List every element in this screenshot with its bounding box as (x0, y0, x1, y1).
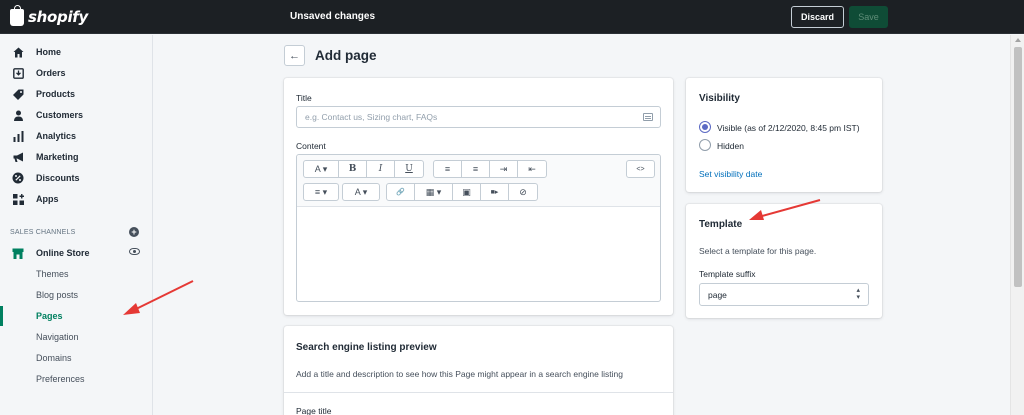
person-icon (12, 109, 24, 121)
sidebar-item-label: Apps (36, 194, 59, 204)
insert-image-button[interactable]: ▣ (452, 183, 481, 201)
arrow-left-icon: ← (289, 49, 300, 62)
sales-channels-heading: SALES CHANNELS (10, 229, 76, 236)
sidebar-item-orders[interactable]: Orders (0, 63, 153, 83)
seo-card-title: Search engine listing preview (296, 342, 437, 353)
back-arrow-button[interactable]: ← (284, 45, 305, 66)
editor-toolbar: A ▾ B I U ≡ ≡ ⇥ ⇤ <> ≡ ▾ A ▾ 🔗 ▦ ▾ ▣ ■▸ … (297, 155, 660, 207)
sidebar-item-discounts[interactable]: Discounts (0, 168, 153, 188)
template-title: Template (699, 219, 743, 230)
sidebar-subitem-label: Themes (36, 269, 69, 279)
bold-button[interactable]: B (338, 160, 367, 178)
text-field-icon (643, 113, 653, 121)
sidebar-item-label: Home (36, 47, 62, 57)
discount-icon (12, 172, 24, 184)
sidebar-item-label: Discounts (36, 173, 80, 183)
sidebar-subitem-label: Blog posts (36, 290, 79, 300)
sidebar-subitem-label: Navigation (36, 332, 79, 342)
shopify-logo[interactable]: shopify (10, 4, 88, 27)
store-icon (12, 247, 24, 259)
clear-formatting-button[interactable]: ⊘ (508, 183, 538, 201)
unsaved-changes-label: Unsaved changes (290, 11, 376, 22)
page-title: Add page (315, 48, 377, 63)
apps-icon (12, 193, 24, 205)
sidebar-item-home[interactable]: Home (0, 42, 153, 62)
add-channel-icon[interactable]: + (129, 227, 139, 237)
sidebar-item-label: Customers (36, 110, 84, 120)
template-suffix-label: Template suffix (699, 269, 756, 279)
template-suffix-value: page (708, 289, 727, 300)
bar-chart-icon (12, 130, 24, 142)
content-field-label: Content (296, 141, 326, 151)
visible-radio-label: Visible (as of 2/12/2020, 8:45 pm IST) (717, 123, 860, 133)
tag-icon (12, 88, 24, 100)
sidebar-item-label: Products (36, 89, 76, 99)
top-bar: shopify Unsaved changes Discard Save (0, 0, 1024, 34)
discard-button[interactable]: Discard (791, 6, 844, 28)
title-field-label: Title (296, 93, 312, 103)
view-store-eye-icon[interactable] (129, 248, 140, 255)
shopify-bag-icon (10, 4, 24, 26)
sidebar-subitem-blog-posts[interactable]: Blog posts (0, 285, 122, 305)
sidebar: Home Orders Products Customers Analytics… (0, 35, 153, 415)
logo-text: shopify (28, 8, 88, 26)
hidden-radio[interactable] (699, 139, 711, 151)
sidebar-subitem-pages[interactable]: Pages (0, 306, 122, 326)
underline-button[interactable]: U (394, 160, 424, 178)
visibility-title: Visibility (699, 93, 740, 104)
template-description: Select a template for this page. (699, 246, 817, 256)
sidebar-subitem-domains[interactable]: Domains (0, 348, 122, 368)
sidebar-item-label: Marketing (36, 152, 79, 162)
insert-video-button[interactable]: ■▸ (480, 183, 509, 201)
page-scrollbar[interactable] (1010, 35, 1024, 415)
sidebar-item-label: Online Store (36, 248, 90, 258)
save-button[interactable]: Save (849, 6, 888, 28)
megaphone-icon (12, 151, 24, 163)
template-suffix-select[interactable]: page ▴ ▾ (699, 283, 869, 306)
table-button[interactable]: ▦ ▾ (414, 183, 453, 201)
seo-description: Add a title and description to see how t… (296, 369, 623, 379)
sidebar-subitem-themes[interactable]: Themes (0, 264, 122, 284)
sidebar-item-apps[interactable]: Apps (0, 189, 153, 209)
sidebar-subitem-navigation[interactable]: Navigation (0, 327, 122, 347)
sidebar-item-label: Orders (36, 68, 66, 78)
set-visibility-date-link[interactable]: Set visibility date (699, 169, 762, 179)
italic-button[interactable]: I (366, 160, 395, 178)
title-input-placeholder: e.g. Contact us, Sizing chart, FAQs (305, 112, 438, 122)
numbered-list-button[interactable]: ≡ (461, 160, 490, 178)
sidebar-item-marketing[interactable]: Marketing (0, 147, 153, 167)
sidebar-item-customers[interactable]: Customers (0, 105, 153, 125)
rich-text-editor[interactable]: A ▾ B I U ≡ ≡ ⇥ ⇤ <> ≡ ▾ A ▾ 🔗 ▦ ▾ ▣ ■▸ … (296, 154, 661, 302)
sidebar-subitem-label: Preferences (36, 374, 85, 384)
outdent-button[interactable]: ⇤ (517, 160, 547, 178)
bullet-list-button[interactable]: ≡ (433, 160, 462, 178)
sidebar-subitem-label: Domains (36, 353, 72, 363)
link-button[interactable]: 🔗 (386, 183, 415, 201)
seo-page-title-label: Page title (296, 406, 332, 415)
font-style-button[interactable]: A ▾ (303, 160, 339, 178)
align-button[interactable]: ≡ ▾ (303, 183, 339, 201)
indent-button[interactable]: ⇥ (489, 160, 518, 178)
visible-radio[interactable] (699, 121, 711, 133)
home-icon (12, 46, 24, 58)
sidebar-subitem-label: Pages (36, 311, 63, 321)
orders-icon (12, 67, 24, 79)
text-color-button[interactable]: A ▾ (342, 183, 380, 201)
title-input[interactable]: e.g. Contact us, Sizing chart, FAQs (296, 106, 661, 128)
hidden-radio-label: Hidden (717, 141, 744, 151)
seo-divider (284, 392, 673, 393)
html-source-button[interactable]: <> (626, 160, 655, 178)
sidebar-item-analytics[interactable]: Analytics (0, 126, 153, 146)
sidebar-item-label: Analytics (36, 131, 77, 141)
sidebar-item-products[interactable]: Products (0, 84, 153, 104)
scrollbar-thumb[interactable] (1014, 47, 1022, 287)
select-arrows-icon: ▴ ▾ (856, 287, 860, 301)
sidebar-subitem-preferences[interactable]: Preferences (0, 369, 122, 389)
scroll-up-icon[interactable] (1015, 38, 1021, 42)
